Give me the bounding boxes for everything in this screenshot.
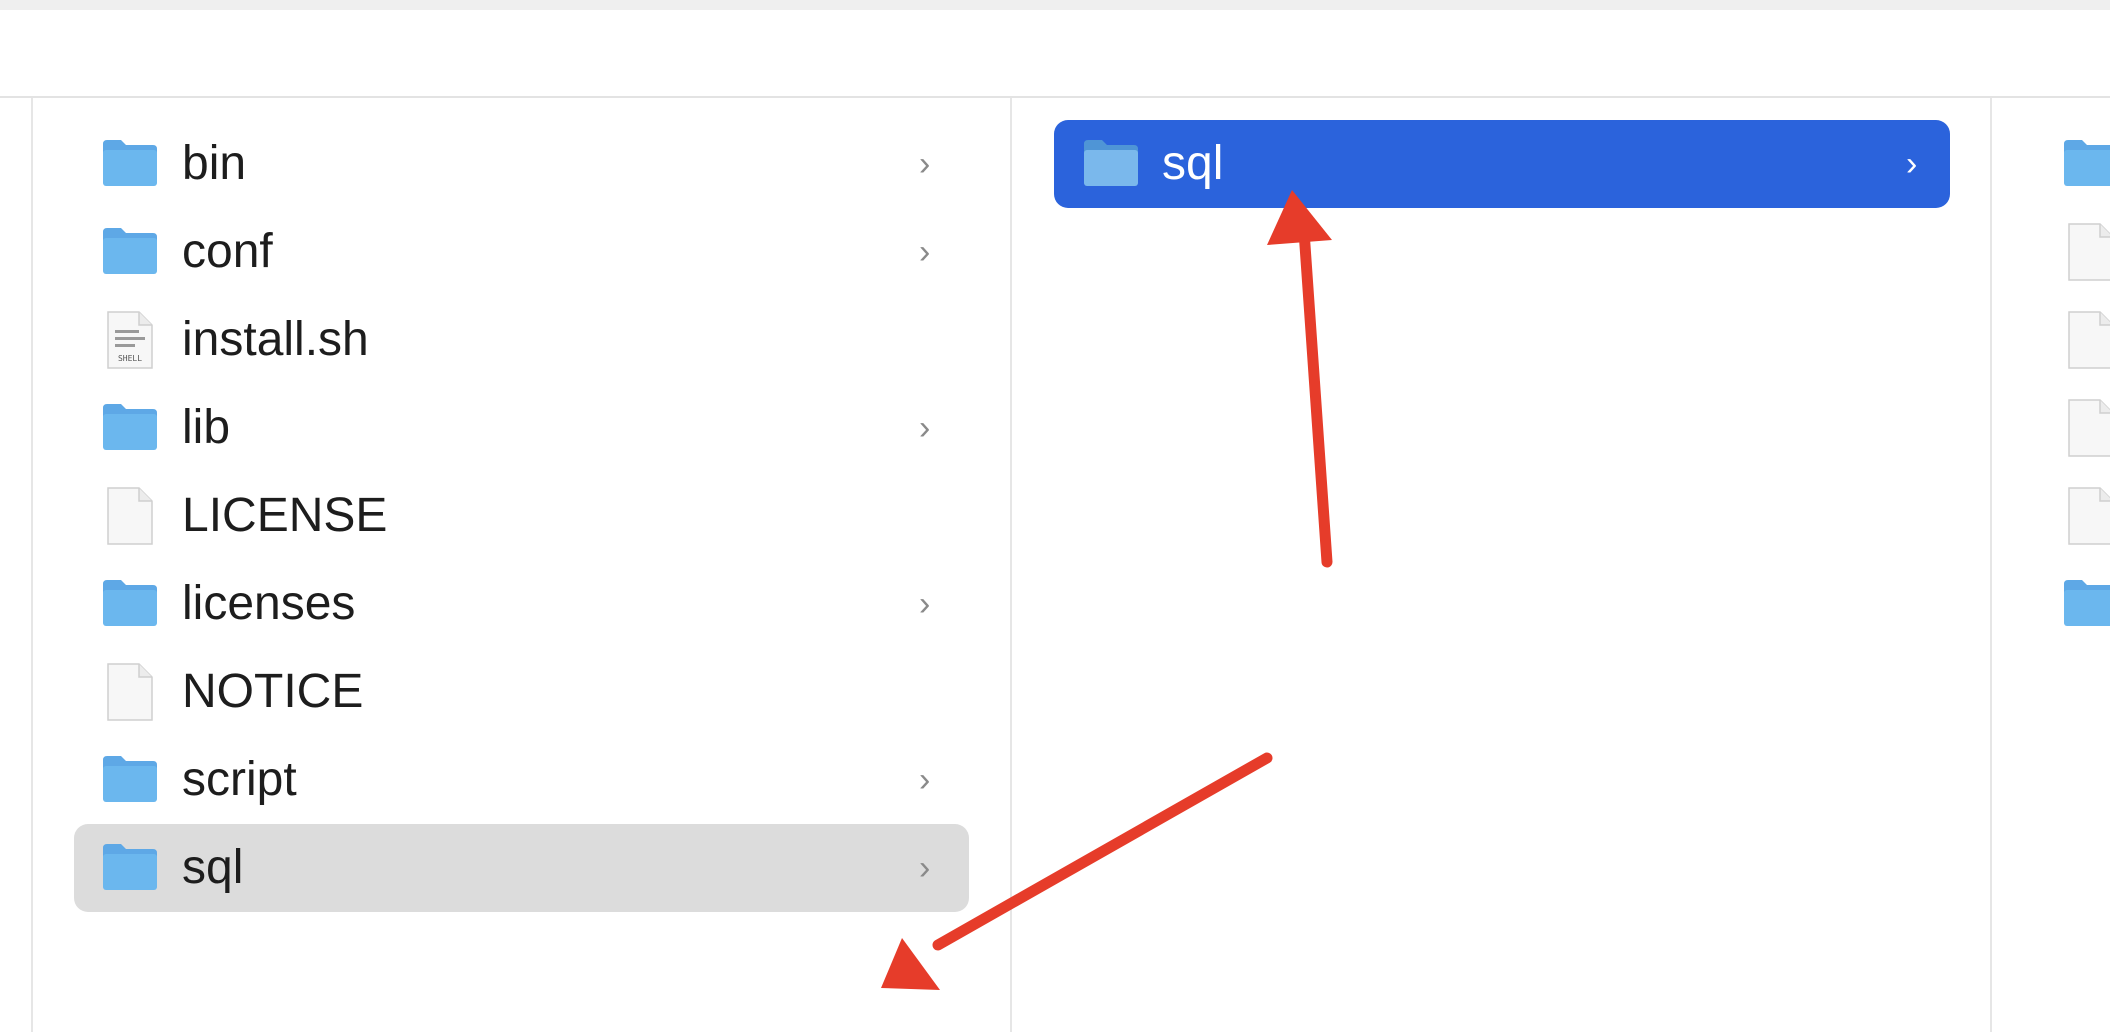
folder-icon [101, 578, 159, 628]
shell-icon-text: SHELL [118, 354, 142, 363]
item-name-label: NOTICE [182, 665, 364, 718]
folder-icon [101, 842, 159, 892]
file-icon [2066, 310, 2110, 370]
folder-icon [101, 138, 159, 188]
column3-item-4[interactable] [1992, 472, 2110, 560]
item-name-label: bin [182, 137, 247, 190]
item-name-label: install.sh [182, 313, 369, 366]
column3-item-3[interactable] [1992, 384, 2110, 472]
column1-item-install-sh[interactable]: SHELL install.sh [74, 296, 969, 384]
chevron-right-icon: › [919, 233, 931, 271]
column1-item-script[interactable]: script › [74, 736, 969, 824]
file-icon [2066, 222, 2110, 282]
column3-item-0[interactable] [1992, 120, 2110, 208]
column1-item-license[interactable]: LICENSE [74, 472, 969, 560]
column3-item-5[interactable] [1992, 560, 2110, 648]
chevron-right-icon: › [919, 145, 931, 183]
column1-item-bin[interactable]: bin › [74, 120, 969, 208]
column2-item-sql[interactable]: sql › [1054, 120, 1950, 208]
file-icon [105, 662, 155, 722]
chevron-right-icon: › [919, 585, 931, 623]
chevron-right-icon: › [1906, 145, 1918, 183]
column1-item-sql[interactable]: sql › [74, 824, 969, 912]
item-name-label: licenses [182, 577, 356, 630]
column1-item-licenses[interactable]: licenses › [74, 560, 969, 648]
folder-icon [101, 754, 159, 804]
item-name-label: conf [182, 225, 273, 278]
folder-icon [101, 402, 159, 452]
window-top-strip [0, 0, 2110, 10]
item-name-label: sql [182, 841, 244, 894]
folder-icon [2062, 138, 2110, 188]
file-icon [2066, 486, 2110, 546]
browser-column-1: bin › conf › SHELL install.sh lib › LICENSE licen… [33, 98, 1010, 1032]
chevron-right-icon: › [919, 761, 931, 799]
finder-toolbar [0, 10, 2110, 98]
folder-icon [1082, 138, 1140, 188]
item-name-label: sql [1162, 137, 1224, 190]
folder-icon [101, 226, 159, 276]
chevron-right-icon: › [919, 409, 931, 447]
item-name-label: LICENSE [182, 489, 388, 542]
folder-icon [2062, 578, 2110, 628]
item-name-label: lib [182, 401, 231, 454]
column3-item-2[interactable] [1992, 296, 2110, 384]
chevron-right-icon: › [919, 849, 931, 887]
item-name-label: script [182, 753, 297, 806]
browser-column-3 [1992, 98, 2110, 1032]
file-icon [105, 486, 155, 546]
column1-item-conf[interactable]: conf › [74, 208, 969, 296]
column1-item-lib[interactable]: lib › [74, 384, 969, 472]
column1-item-notice[interactable]: NOTICE [74, 648, 969, 736]
file-icon [2066, 398, 2110, 458]
column3-item-1[interactable] [1992, 208, 2110, 296]
shell-script-icon: SHELL [105, 310, 155, 370]
browser-column-2: sql › [1012, 98, 1990, 1032]
